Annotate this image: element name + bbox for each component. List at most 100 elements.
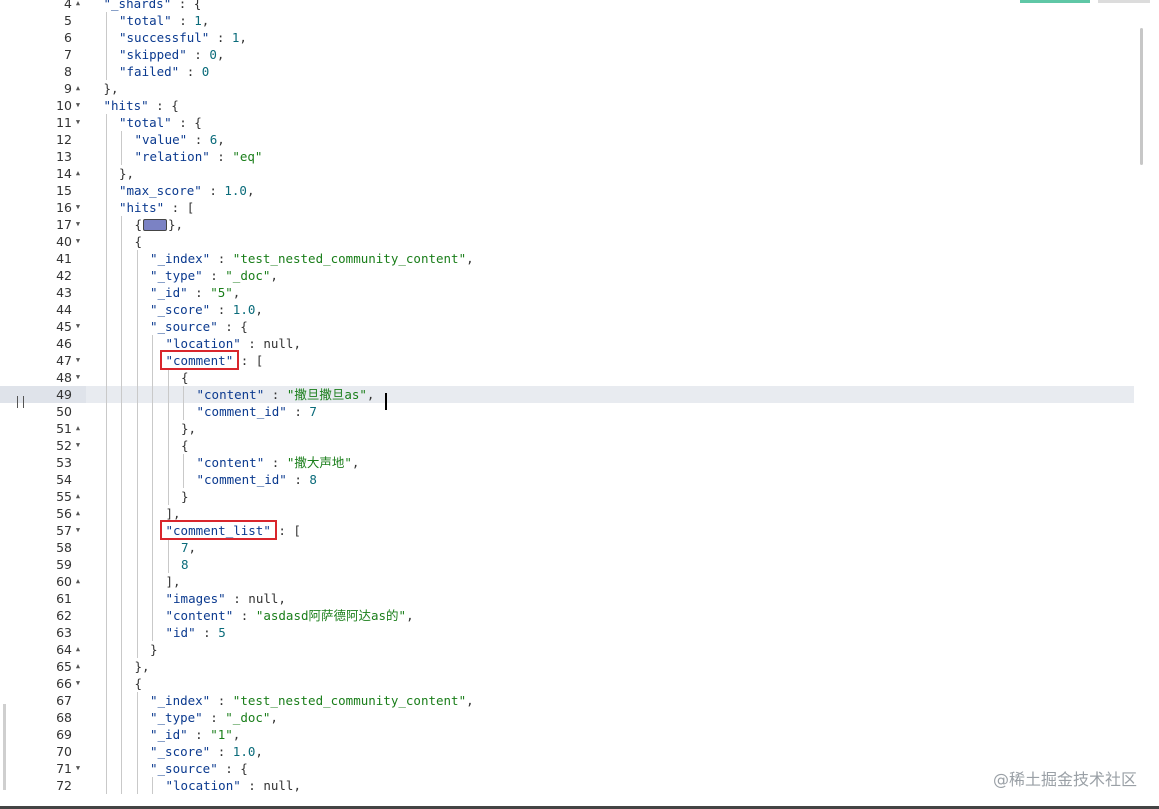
json-punct: ,	[270, 268, 278, 283]
fold-down-icon[interactable]: ▼	[74, 199, 82, 216]
code-line[interactable]: "_source" : {	[86, 318, 1134, 335]
code-line[interactable]: "skipped" : 0,	[86, 46, 1134, 63]
code-line[interactable]: },	[86, 80, 1134, 97]
code-line[interactable]: {	[86, 233, 1134, 250]
code-line[interactable]: "comment" : [	[86, 352, 1134, 369]
code-line[interactable]: "total" : 1,	[86, 12, 1134, 29]
highlight-box	[159, 350, 240, 370]
indent-guide	[152, 386, 153, 403]
code-line[interactable]: "_shards" : {	[86, 0, 1134, 12]
code-line[interactable]: "_index" : "test_nested_community_conten…	[86, 692, 1134, 709]
code-line[interactable]: "value" : 6,	[86, 131, 1134, 148]
indent-guide	[183, 403, 184, 420]
fold-down-icon[interactable]: ▼	[74, 437, 82, 454]
fold-down-icon[interactable]: ▼	[74, 760, 82, 777]
code-line[interactable]: "content" : "撒旦撒旦as",	[86, 386, 1134, 403]
code-line[interactable]: "_index" : "test_nested_community_conten…	[86, 250, 1134, 267]
json-key: "hits"	[119, 200, 165, 215]
fold-down-icon[interactable]: ▼	[74, 318, 82, 335]
fold-up-icon[interactable]: ▲	[74, 165, 82, 182]
indent-guide	[105, 267, 107, 284]
fold-up-icon[interactable]: ▲	[74, 573, 82, 590]
indent-guide	[136, 709, 138, 726]
json-value: "test_nested_community_content"	[232, 693, 467, 708]
code-line[interactable]: }	[86, 488, 1134, 505]
code-line[interactable]: "id" : 5	[86, 624, 1134, 641]
gutter-line: 70	[0, 743, 86, 760]
json-response-editor[interactable]: 4 ▲ 5 6 7 8 9 ▲ 10 ▼ 11 ▼ 12 13 14 ▲ 15 16 ▼ 17 ▼ 40 ▼ 41 42 43 44…	[0, 0, 1159, 809]
code-line[interactable]: "_score" : 1.0,	[86, 743, 1134, 760]
code-line[interactable]: "_source" : {	[86, 760, 1134, 777]
fold-down-icon[interactable]: ▼	[74, 675, 82, 692]
line-number: 62	[56, 608, 72, 623]
indent-guide	[136, 743, 138, 760]
json-punct: ,	[293, 336, 301, 351]
code-line[interactable]: "content" : "撒大声地",	[86, 454, 1134, 471]
line-number: 9	[64, 81, 72, 96]
gutter-line: 49	[0, 386, 86, 403]
code-line[interactable]: "location" : null,	[86, 777, 1134, 794]
code-line-text: "images" : null,	[166, 590, 286, 607]
fold-down-icon[interactable]: ▼	[74, 352, 82, 369]
code-line[interactable]: },	[86, 658, 1134, 675]
code-line[interactable]: {	[86, 675, 1134, 692]
fold-up-icon[interactable]: ▲	[74, 505, 82, 522]
code-line[interactable]: "_id" : "5",	[86, 284, 1134, 301]
indent-guide	[121, 403, 122, 420]
code-line[interactable]: "content" : "asdasd阿萨德阿达as的",	[86, 607, 1134, 624]
fold-down-icon[interactable]: ▼	[74, 97, 82, 114]
code-line[interactable]: "failed" : 0	[86, 63, 1134, 80]
fold-down-icon[interactable]: ▼	[74, 114, 82, 131]
json-punct: ,	[255, 302, 263, 317]
code-line[interactable]: "location" : null,	[86, 335, 1134, 352]
code-line[interactable]: },	[86, 420, 1134, 437]
code-line[interactable]: "comment_id" : 8	[86, 471, 1134, 488]
indent-guide	[167, 369, 169, 386]
indent-guide	[152, 522, 153, 539]
code-line[interactable]: }	[86, 641, 1134, 658]
vertical-scrollbar[interactable]	[1140, 28, 1143, 165]
code-line-text: "content" : "asdasd阿萨德阿达as的",	[166, 607, 414, 624]
code-line[interactable]: "comment_id" : 7	[86, 403, 1134, 420]
code-line[interactable]: {	[86, 437, 1134, 454]
indent-guide	[152, 369, 153, 386]
fold-down-icon[interactable]: ▼	[74, 522, 82, 539]
code-line[interactable]: "_type" : "_doc",	[86, 267, 1134, 284]
json-punct: :	[187, 132, 210, 147]
code-line[interactable]: "total" : {	[86, 114, 1134, 131]
code-line-text: "hits" : {	[104, 97, 179, 114]
code-line[interactable]: "successful" : 1,	[86, 29, 1134, 46]
code-line[interactable]: "_score" : 1.0,	[86, 301, 1134, 318]
fold-up-icon[interactable]: ▲	[74, 80, 82, 97]
code-line[interactable]: ],	[86, 573, 1134, 590]
code-line[interactable]: "hits" : {	[86, 97, 1134, 114]
fold-up-icon[interactable]: ▲	[74, 0, 82, 12]
fold-down-icon[interactable]: ▼	[74, 233, 82, 250]
indent-guide	[136, 318, 138, 335]
indent-guide	[105, 726, 107, 743]
fold-up-icon[interactable]: ▲	[74, 488, 82, 505]
fold-up-icon[interactable]: ▲	[74, 658, 82, 675]
indent-guide	[121, 437, 122, 454]
fold-up-icon[interactable]: ▲	[74, 641, 82, 658]
fold-up-icon[interactable]: ▲	[74, 420, 82, 437]
json-value: "test_nested_community_content"	[232, 251, 467, 266]
code-line[interactable]: "_id" : "1",	[86, 726, 1134, 743]
code-line[interactable]: 7,	[86, 539, 1134, 556]
fold-down-icon[interactable]: ▼	[74, 369, 82, 386]
code-line-text: "relation" : "eq"	[135, 148, 263, 165]
code-line[interactable]: "images" : null,	[86, 590, 1134, 607]
code-line[interactable]: "relation" : "eq"	[86, 148, 1134, 165]
code-line[interactable]: {},	[86, 216, 1134, 233]
code-line[interactable]: "hits" : [	[86, 199, 1134, 216]
indent-guide	[121, 488, 122, 505]
code-line[interactable]: "_type" : "_doc",	[86, 709, 1134, 726]
collapsed-block-icon[interactable]	[143, 218, 168, 231]
code-area[interactable]: "_shards" : {"total" : 1, "successful" : …	[86, 0, 1146, 809]
code-line[interactable]: 8	[86, 556, 1134, 573]
code-line[interactable]: "max_score" : 1.0,	[86, 182, 1134, 199]
code-line[interactable]: {	[86, 369, 1134, 386]
code-line[interactable]: },	[86, 165, 1134, 182]
fold-down-icon[interactable]: ▼	[74, 216, 82, 233]
indent-guide	[121, 233, 122, 250]
